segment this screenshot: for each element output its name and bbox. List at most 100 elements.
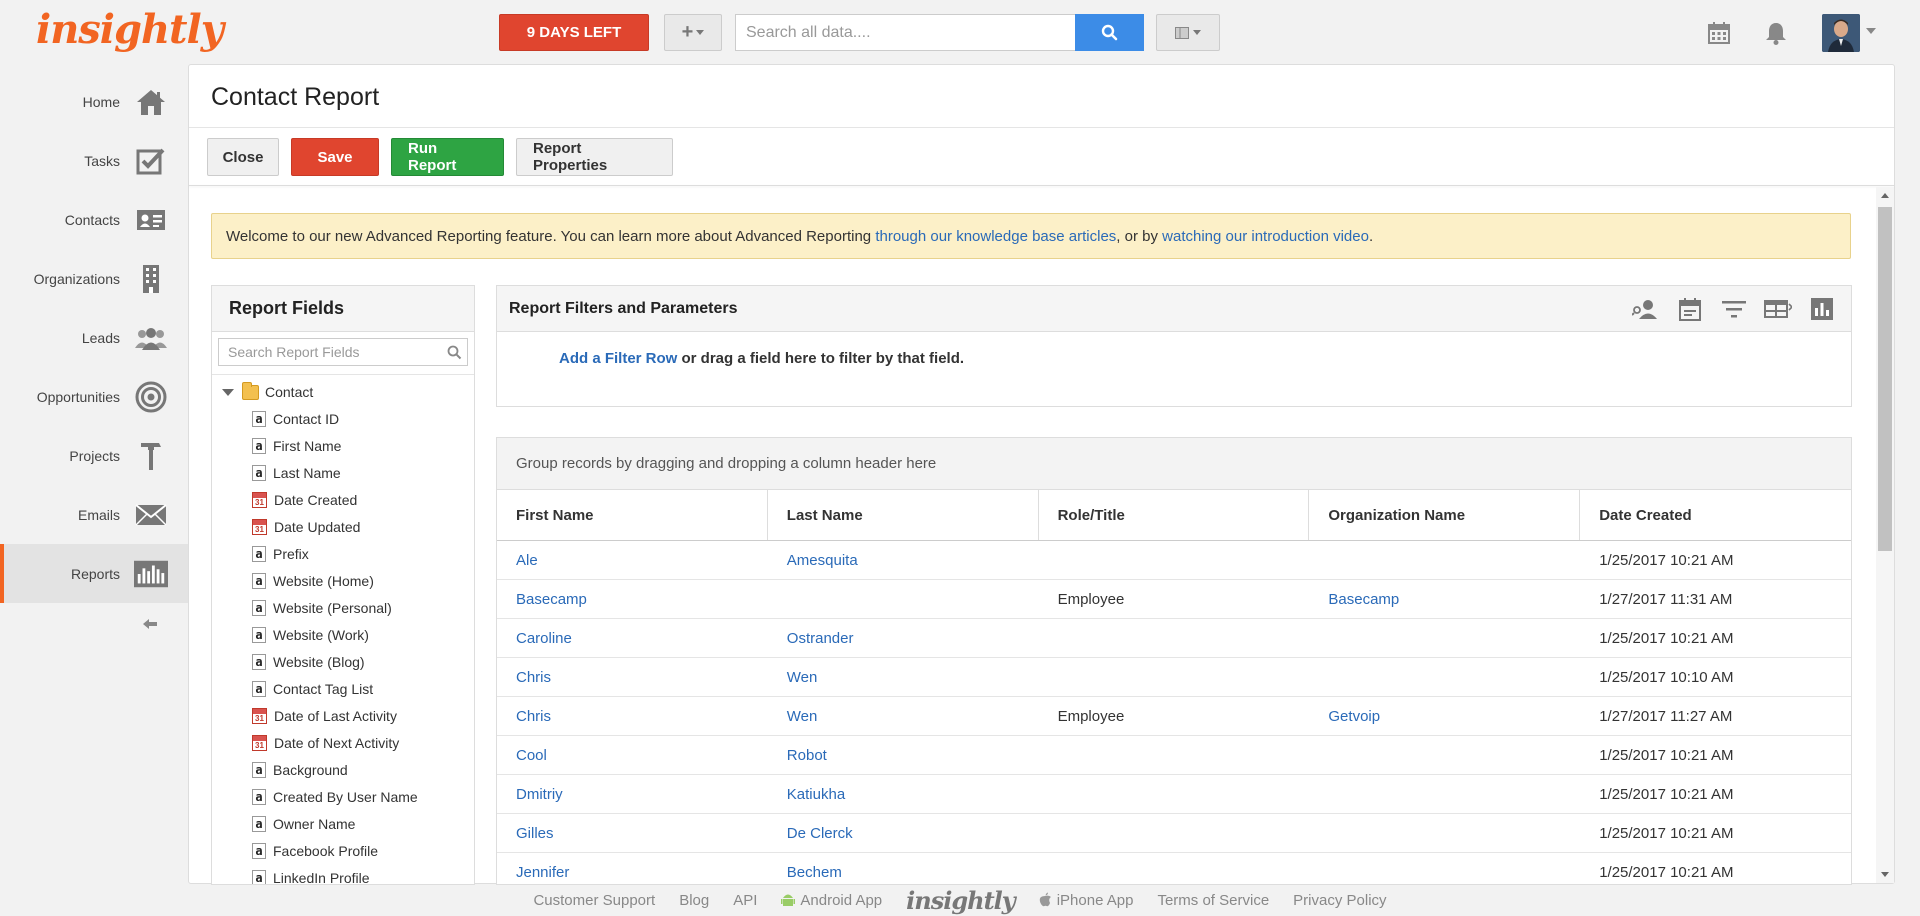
footer-link-terms-of-service[interactable]: Terms of Service: [1157, 892, 1269, 909]
cell-first-name[interactable]: Ale: [497, 541, 768, 579]
cell-last-name[interactable]: Katiukha: [768, 775, 1039, 813]
cell-first-name[interactable]: Dmitriy: [497, 775, 768, 813]
cell-organization-name[interactable]: Basecamp: [1309, 580, 1580, 618]
cell-first-name[interactable]: Caroline: [497, 619, 768, 657]
report-field-item[interactable]: a Website (Blog): [212, 648, 474, 675]
quick-add-button[interactable]: +: [664, 14, 722, 51]
cell-first-name[interactable]: Chris: [497, 658, 768, 696]
column-header-organization-name[interactable]: Organization Name: [1309, 490, 1581, 540]
table-row[interactable]: Cool Robot 1/25/2017 10:21 AM: [497, 736, 1851, 775]
cell-last-name[interactable]: Wen: [768, 658, 1039, 696]
save-button[interactable]: Save: [291, 138, 379, 176]
report-field-item[interactable]: a Facebook Profile: [212, 837, 474, 864]
table-row[interactable]: Dmitriy Katiukha 1/25/2017 10:21 AM: [497, 775, 1851, 814]
scroll-up-arrow-icon[interactable]: [1881, 193, 1889, 198]
scroll-thumb[interactable]: [1878, 207, 1892, 551]
sidebar-item-reports[interactable]: Reports: [0, 544, 198, 603]
cell-first-name[interactable]: Gilles: [497, 814, 768, 852]
trial-days-left-button[interactable]: 9 DAYS LEFT: [499, 14, 649, 51]
filter-button[interactable]: [1719, 296, 1749, 322]
report-properties-button[interactable]: Report Properties: [516, 138, 673, 176]
sidebar-item-opportunities[interactable]: Opportunities: [0, 367, 188, 426]
calendar-button[interactable]: [1704, 18, 1734, 48]
footer-link-customer-support[interactable]: Customer Support: [533, 892, 655, 909]
cell-organization-name[interactable]: Getvoip: [1309, 697, 1580, 735]
report-field-item[interactable]: a Contact ID: [212, 405, 474, 432]
footer-link-api[interactable]: API: [733, 892, 757, 909]
sidebar-item-organizations[interactable]: Organizations: [0, 249, 188, 308]
vertical-scrollbar[interactable]: [1876, 187, 1894, 883]
footer-link-blog[interactable]: Blog: [679, 892, 709, 909]
column-header-last-name[interactable]: Last Name: [768, 490, 1039, 540]
cell-last-name[interactable]: Ostrander: [768, 619, 1039, 657]
report-field-item[interactable]: 31 Date Updated: [212, 513, 474, 540]
report-fields-search-input[interactable]: [219, 339, 441, 365]
report-field-item[interactable]: a Website (Work): [212, 621, 474, 648]
table-row[interactable]: Chris Wen Employee Getvoip 1/27/2017 11:27 A…: [497, 697, 1851, 736]
sidebar-item-projects[interactable]: Projects: [0, 426, 188, 485]
report-field-item[interactable]: a Last Name: [212, 459, 474, 486]
tree-node-contact[interactable]: Contact: [212, 379, 474, 405]
report-field-item[interactable]: a LinkedIn Profile: [212, 864, 474, 884]
date-filter-button[interactable]: [1675, 296, 1705, 322]
cell-first-name[interactable]: Basecamp: [497, 580, 768, 618]
chart-button[interactable]: [1807, 296, 1837, 322]
sidebar-item-contacts[interactable]: Contacts: [0, 190, 188, 249]
table-row[interactable]: Basecamp Employee Basecamp 1/27/2017 11:31 …: [497, 580, 1851, 619]
report-field-item[interactable]: a Prefix: [212, 540, 474, 567]
table-row[interactable]: Ale Amesquita 1/25/2017 10:21 AM: [497, 541, 1851, 580]
introduction-video-link[interactable]: watching our introduction video: [1162, 228, 1369, 245]
column-header-first-name[interactable]: First Name: [497, 490, 768, 540]
scroll-down-arrow-icon[interactable]: [1881, 872, 1889, 877]
report-field-item[interactable]: a Background: [212, 756, 474, 783]
cell-first-name[interactable]: Jennifer: [497, 853, 768, 884]
table-row[interactable]: Jennifer Bechem 1/25/2017 10:21 AM: [497, 853, 1851, 884]
column-header-date-created[interactable]: Date Created: [1580, 490, 1851, 540]
sidebar-item-tasks[interactable]: Tasks: [0, 131, 188, 190]
expand-caret-icon[interactable]: [222, 388, 234, 396]
filter-drop-zone[interactable]: Add a Filter Row or drag a field here to…: [497, 332, 1851, 367]
cell-last-name[interactable]: Bechem: [768, 853, 1039, 884]
report-field-item[interactable]: 31 Date Created: [212, 486, 474, 513]
sidebar-item-leads[interactable]: Leads: [0, 308, 188, 367]
user-filter-button[interactable]: [1631, 296, 1661, 322]
collapse-sidebar-button[interactable]: [140, 614, 160, 634]
run-report-button[interactable]: Run Report: [391, 138, 504, 176]
report-field-item[interactable]: a Website (Personal): [212, 594, 474, 621]
report-field-item[interactable]: a Owner Name: [212, 810, 474, 837]
knowledge-base-link[interactable]: through our knowledge base articles: [875, 228, 1116, 245]
report-field-item[interactable]: 31 Date of Next Activity: [212, 729, 474, 756]
cell-last-name[interactable]: Wen: [768, 697, 1039, 735]
table-row[interactable]: Caroline Ostrander 1/25/2017 10:21 AM: [497, 619, 1851, 658]
report-field-item[interactable]: a Contact Tag List: [212, 675, 474, 702]
cell-last-name[interactable]: De Clerck: [768, 814, 1039, 852]
app-logo[interactable]: insightly: [36, 6, 224, 53]
table-row[interactable]: Gilles De Clerck 1/25/2017 10:21 AM: [497, 814, 1851, 853]
footer-link-privacy-policy[interactable]: Privacy Policy: [1293, 892, 1386, 909]
report-field-item[interactable]: a Website (Home): [212, 567, 474, 594]
table-row[interactable]: Chris Wen 1/25/2017 10:10 AM: [497, 658, 1851, 697]
sidebar-item-emails[interactable]: Emails: [0, 485, 188, 544]
sidebar-item-home[interactable]: Home: [0, 72, 188, 131]
global-search-input[interactable]: [735, 14, 1075, 51]
cell-last-name[interactable]: Amesquita: [768, 541, 1039, 579]
search-button[interactable]: [1075, 14, 1144, 51]
report-field-item[interactable]: a First Name: [212, 432, 474, 459]
cell-last-name[interactable]: Robot: [768, 736, 1039, 774]
report-field-item[interactable]: a Created By User Name: [212, 783, 474, 810]
footer-link-android-app[interactable]: Android App: [781, 892, 882, 909]
cell-first-name[interactable]: Chris: [497, 697, 768, 735]
column-header-role-title[interactable]: Role/Title: [1039, 490, 1310, 540]
user-menu-caret-icon[interactable]: [1866, 28, 1876, 34]
cell-first-name[interactable]: Cool: [497, 736, 768, 774]
report-field-item[interactable]: 31 Date of Last Activity: [212, 702, 474, 729]
user-avatar[interactable]: [1822, 14, 1860, 52]
column-chooser-button[interactable]: [1763, 296, 1793, 322]
group-by-drop-zone[interactable]: Group records by dragging and dropping a…: [497, 438, 1851, 490]
close-button[interactable]: Close: [207, 138, 279, 176]
add-filter-row-link[interactable]: Add a Filter Row: [559, 350, 677, 367]
footer-link-iphone-app[interactable]: iPhone App: [1039, 892, 1133, 909]
view-switcher-button[interactable]: [1156, 14, 1220, 51]
notifications-button[interactable]: [1761, 18, 1791, 48]
search-icon[interactable]: [441, 345, 467, 360]
